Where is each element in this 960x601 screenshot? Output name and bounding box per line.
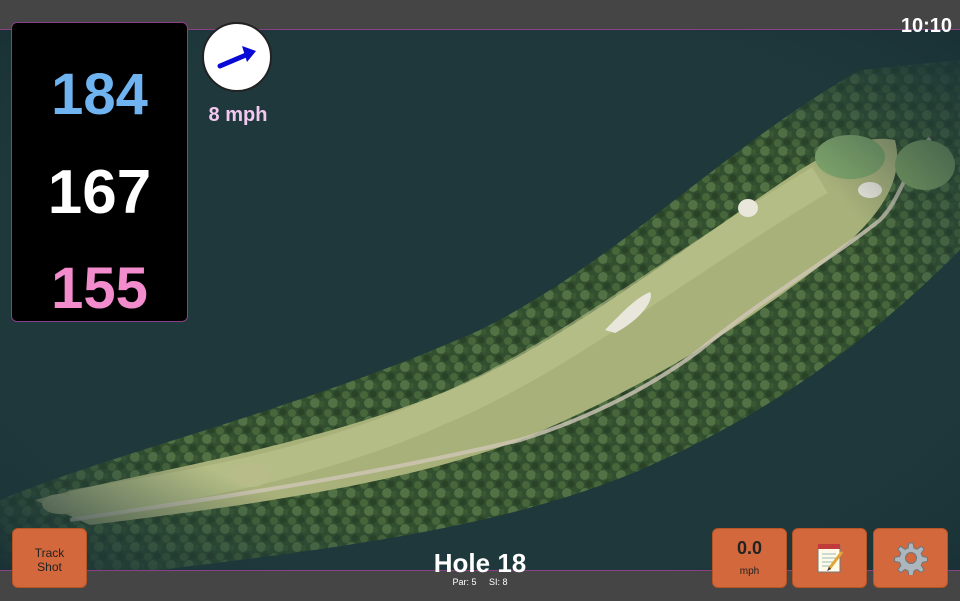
- track-shot-label-line1: Track: [34, 546, 65, 560]
- wind-speed: 8 mph: [208, 104, 268, 126]
- speed-unit: mph: [739, 566, 760, 577]
- settings-button[interactable]: [873, 528, 948, 588]
- hole-info: Par: 5 SI: 8: [380, 577, 580, 587]
- hole-par: Par: 5: [452, 577, 477, 587]
- track-shot-label-line2: Shot: [37, 560, 62, 574]
- clock-time: 10:10: [900, 15, 952, 37]
- back-distance: 184: [51, 62, 148, 127]
- speed-button[interactable]: 0.0 mph: [712, 528, 787, 588]
- wind-direction-dial: [202, 22, 272, 92]
- speed-value: 0.0: [736, 538, 763, 558]
- middle-distance: 167: [47, 158, 152, 227]
- notes-button[interactable]: [792, 528, 867, 588]
- hole-stroke-index: SI: 8: [489, 577, 508, 587]
- track-shot-button[interactable]: Track Shot: [12, 528, 87, 588]
- notepad-icon: [817, 544, 843, 573]
- distance-panel: 184 167 155: [11, 22, 188, 322]
- hole-title: Hole 18: [433, 548, 527, 578]
- front-distance: 155: [51, 256, 148, 321]
- gear-icon: [893, 542, 928, 575]
- arrow-icon: [217, 46, 256, 69]
